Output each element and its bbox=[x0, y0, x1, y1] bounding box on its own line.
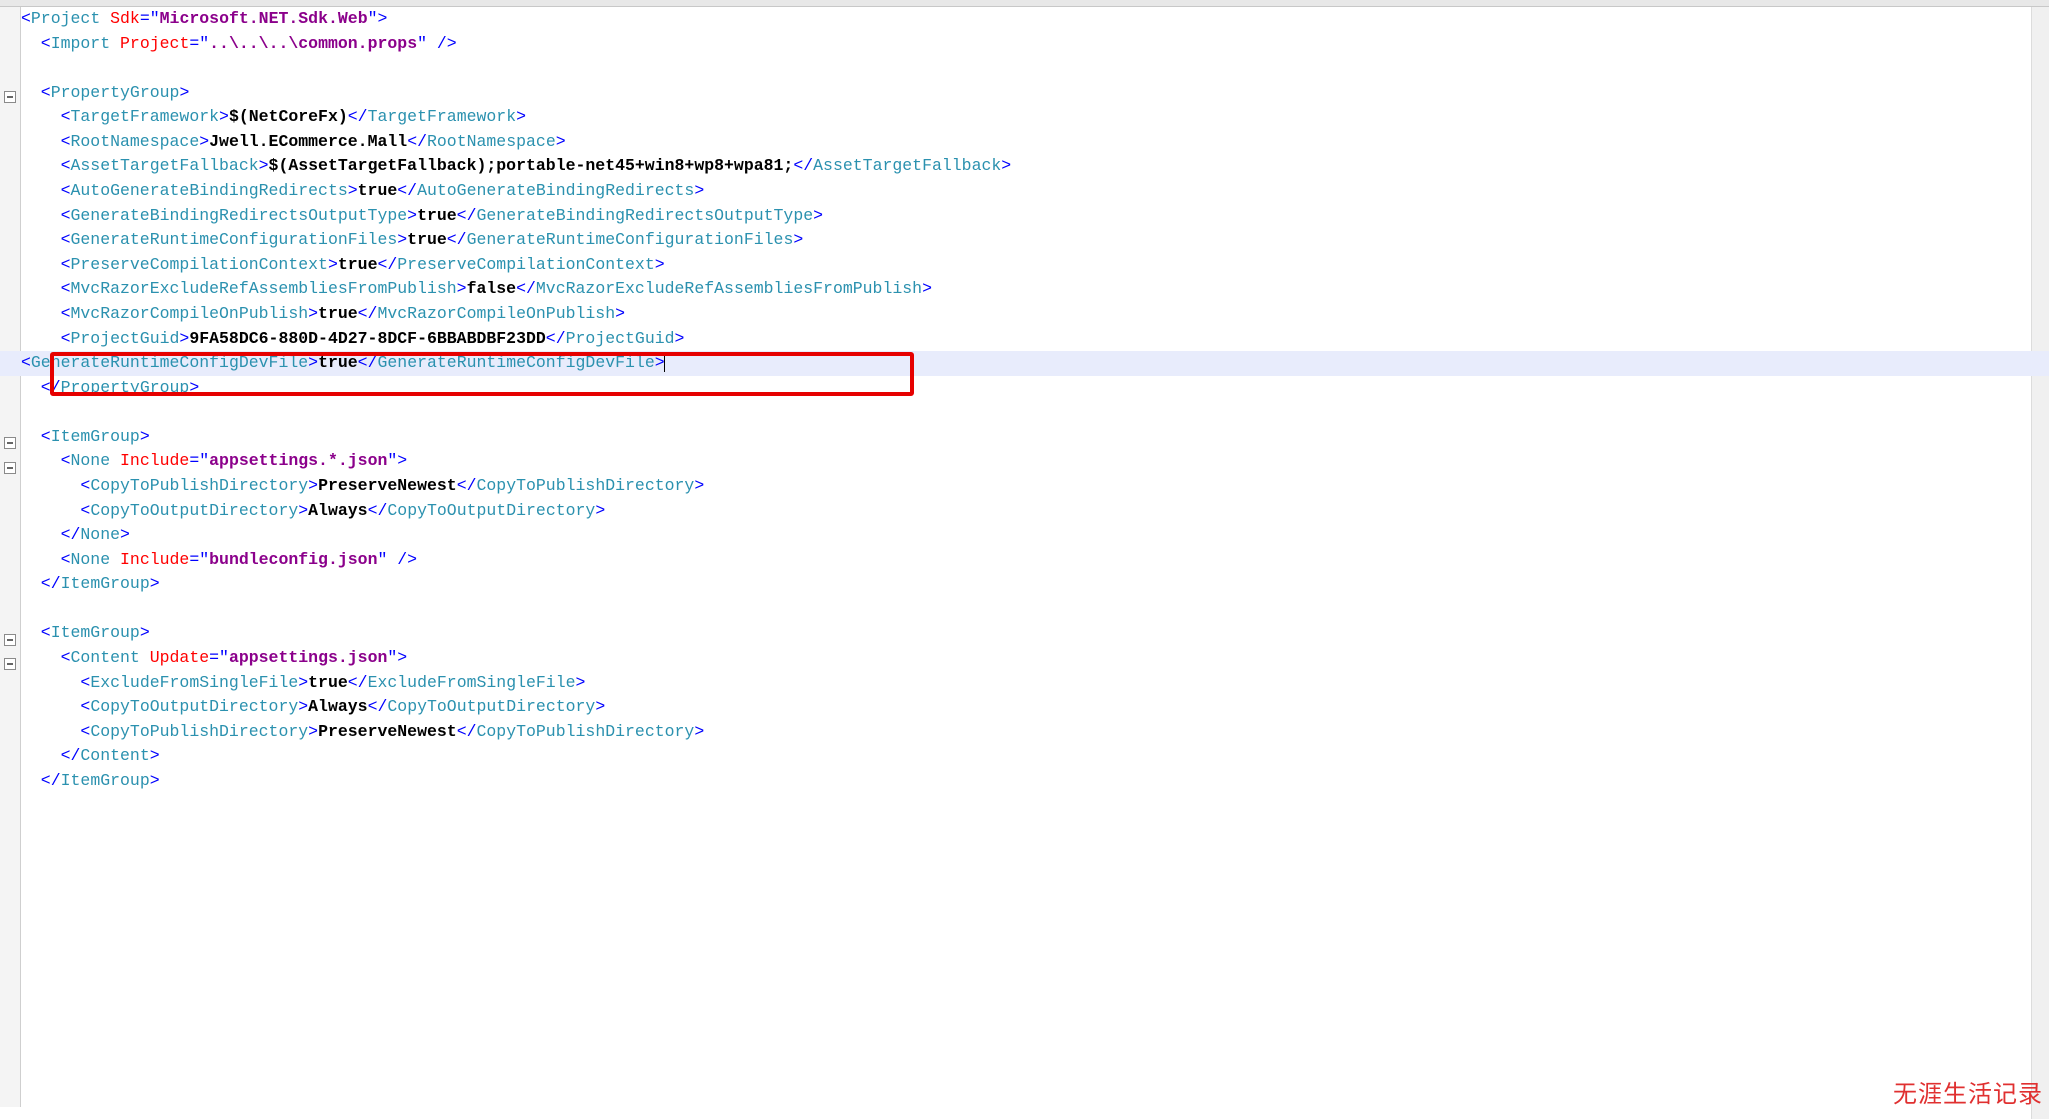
code-line[interactable]: <ExcludeFromSingleFile>true</ExcludeFrom… bbox=[21, 671, 2049, 696]
code-line[interactable] bbox=[21, 56, 2049, 81]
code-line[interactable]: <None Include="appsettings.*.json"> bbox=[21, 449, 2049, 474]
code-line[interactable]: <GenerateBindingRedirectsOutputType>true… bbox=[21, 204, 2049, 229]
code-line[interactable]: <AssetTargetFallback>$(AssetTargetFallba… bbox=[21, 154, 2049, 179]
fold-toggle-icon[interactable] bbox=[4, 634, 16, 646]
code-line[interactable]: <CopyToOutputDirectory>Always</CopyToOut… bbox=[21, 695, 2049, 720]
fold-toggle-icon[interactable] bbox=[4, 91, 16, 103]
code-line[interactable]: <ItemGroup> bbox=[21, 621, 2049, 646]
code-line[interactable]: <MvcRazorExcludeRefAssembliesFromPublish… bbox=[21, 277, 2049, 302]
code-line[interactable]: <PropertyGroup> bbox=[21, 81, 2049, 106]
code-line[interactable]: <CopyToPublishDirectory>PreserveNewest</… bbox=[21, 720, 2049, 745]
code-line[interactable]: <ProjectGuid>9FA58DC6-880D-4D27-8DCF-6BB… bbox=[21, 327, 2049, 352]
code-line[interactable]: </ItemGroup> bbox=[21, 572, 2049, 597]
code-line[interactable]: <Project Sdk="Microsoft.NET.Sdk.Web"> bbox=[21, 7, 2049, 32]
code-line[interactable]: <RootNamespace>Jwell.ECommerce.Mall</Roo… bbox=[21, 130, 2049, 155]
code-editor[interactable]: <Project Sdk="Microsoft.NET.Sdk.Web"><Im… bbox=[21, 7, 2049, 794]
code-line[interactable]: <PreserveCompilationContext>true</Preser… bbox=[21, 253, 2049, 278]
code-line[interactable]: <AutoGenerateBindingRedirects>true</Auto… bbox=[21, 179, 2049, 204]
code-line[interactable]: </None> bbox=[21, 523, 2049, 548]
code-line[interactable]: <ItemGroup> bbox=[21, 425, 2049, 450]
watermark-text: 无涯生活记录 bbox=[1893, 1077, 2043, 1113]
code-line[interactable]: </Content> bbox=[21, 744, 2049, 769]
code-line[interactable]: <GenerateRuntimeConfigurationFiles>true<… bbox=[21, 228, 2049, 253]
code-line[interactable] bbox=[21, 400, 2049, 425]
code-line[interactable]: <GenerateRuntimeConfigDevFile>true</Gene… bbox=[0, 351, 2049, 376]
code-line[interactable]: <Import Project="..\..\..\common.props" … bbox=[21, 32, 2049, 57]
fold-gutter[interactable] bbox=[0, 7, 21, 1107]
code-line[interactable]: </PropertyGroup> bbox=[21, 376, 2049, 401]
code-line[interactable]: <CopyToPublishDirectory>PreserveNewest</… bbox=[21, 474, 2049, 499]
fold-toggle-icon[interactable] bbox=[4, 437, 16, 449]
code-line[interactable] bbox=[21, 597, 2049, 622]
code-line[interactable]: <Content Update="appsettings.json"> bbox=[21, 646, 2049, 671]
fold-toggle-icon[interactable] bbox=[4, 658, 16, 670]
code-line[interactable]: <None Include="bundleconfig.json" /> bbox=[21, 548, 2049, 573]
code-line[interactable]: <MvcRazorCompileOnPublish>true</MvcRazor… bbox=[21, 302, 2049, 327]
tab-bar[interactable] bbox=[0, 0, 2049, 7]
code-line[interactable]: <TargetFramework>$(NetCoreFx)</TargetFra… bbox=[21, 105, 2049, 130]
code-line[interactable]: </ItemGroup> bbox=[21, 769, 2049, 794]
code-line[interactable]: <CopyToOutputDirectory>Always</CopyToOut… bbox=[21, 499, 2049, 524]
fold-toggle-icon[interactable] bbox=[4, 462, 16, 474]
